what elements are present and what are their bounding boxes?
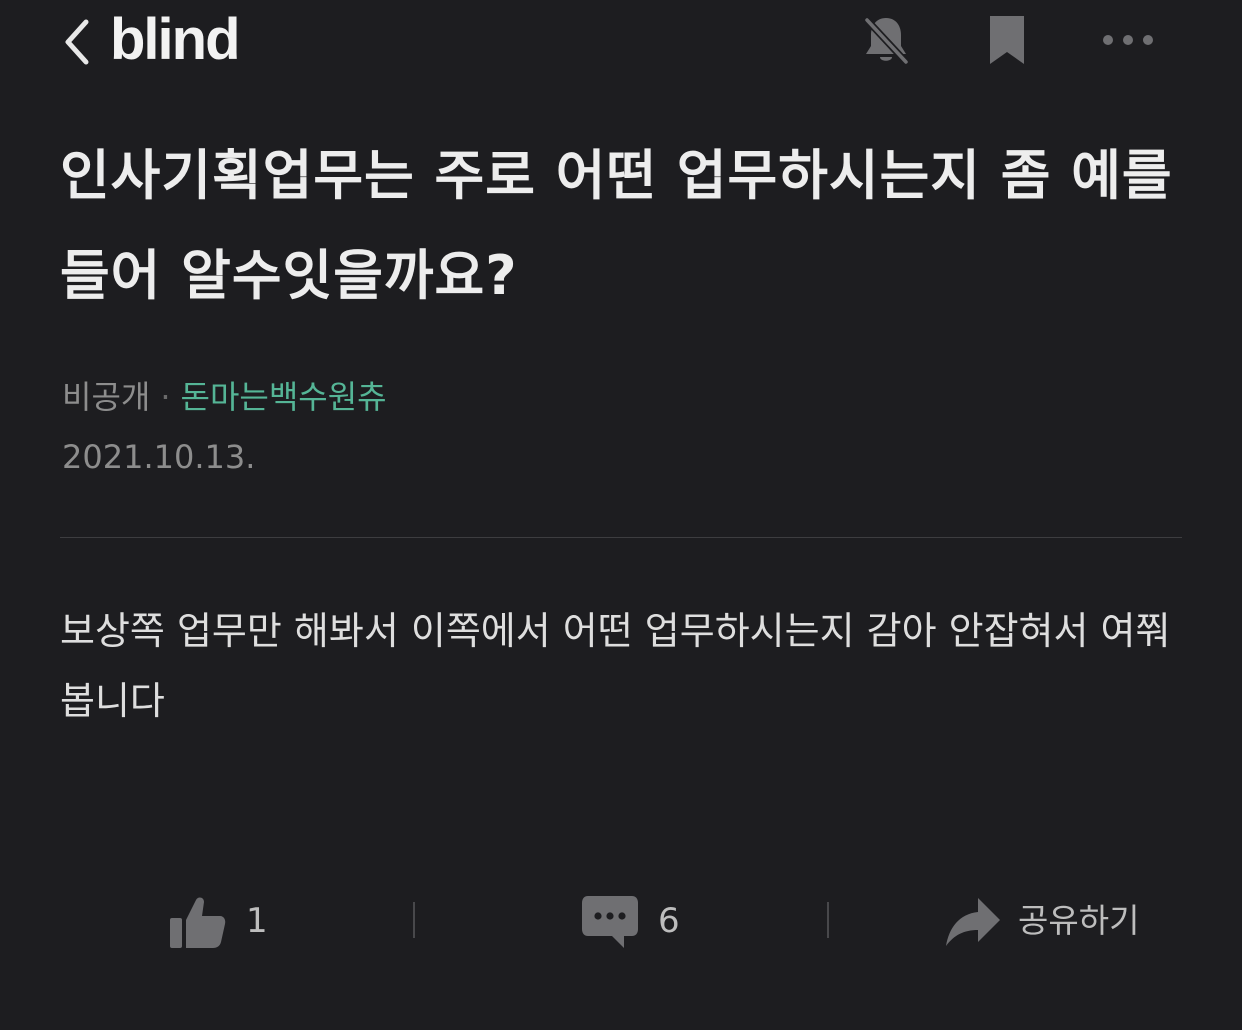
more-options-button[interactable] (1098, 10, 1158, 70)
post-body: 보상쪽 업무만 해봐서 이쪽에서 어떤 업무하시는지 감아 안잡혀서 여쭤봅니다 (60, 609, 1171, 723)
back-button[interactable] (52, 8, 104, 74)
post-date: 2021.10.13. (62, 438, 256, 476)
notification-toggle-button[interactable] (856, 10, 916, 70)
more-horizontal-icon (1103, 35, 1153, 45)
share-label: 공유하기 (1018, 901, 1140, 940)
action-divider (827, 902, 829, 938)
blind-logo[interactable]: blind (110, 4, 241, 76)
meta-separator: · (160, 378, 171, 416)
share-button[interactable]: 공유하기 (944, 880, 1164, 964)
action-divider (413, 902, 415, 938)
bookmark-button[interactable] (977, 10, 1037, 70)
top-navigation-bar: blind (0, 0, 1242, 82)
post-title: 인사기획업무는 주로 어떤 업무하시는지 좀 예를들어 알수잇을까요? (60, 144, 1173, 307)
post-action-bar: 1 6 공유하기 (0, 880, 1242, 964)
like-button[interactable]: 1 (166, 880, 286, 964)
comment-count: 6 (658, 901, 680, 941)
author-nickname[interactable]: 돈마는백수원츄 (181, 378, 387, 416)
bookmark-icon (990, 16, 1024, 64)
like-count: 1 (246, 901, 268, 941)
comment-button[interactable]: 6 (578, 880, 708, 964)
comment-icon (582, 896, 638, 948)
content-divider (60, 537, 1182, 538)
chevron-left-icon (65, 19, 89, 65)
author-company[interactable]: 비공개 (62, 378, 150, 416)
author-info: 비공개 · 돈마는백수원츄 (62, 372, 387, 422)
thumbs-up-icon (170, 897, 226, 948)
bell-off-icon (864, 17, 909, 65)
share-arrow-icon (946, 898, 1000, 946)
